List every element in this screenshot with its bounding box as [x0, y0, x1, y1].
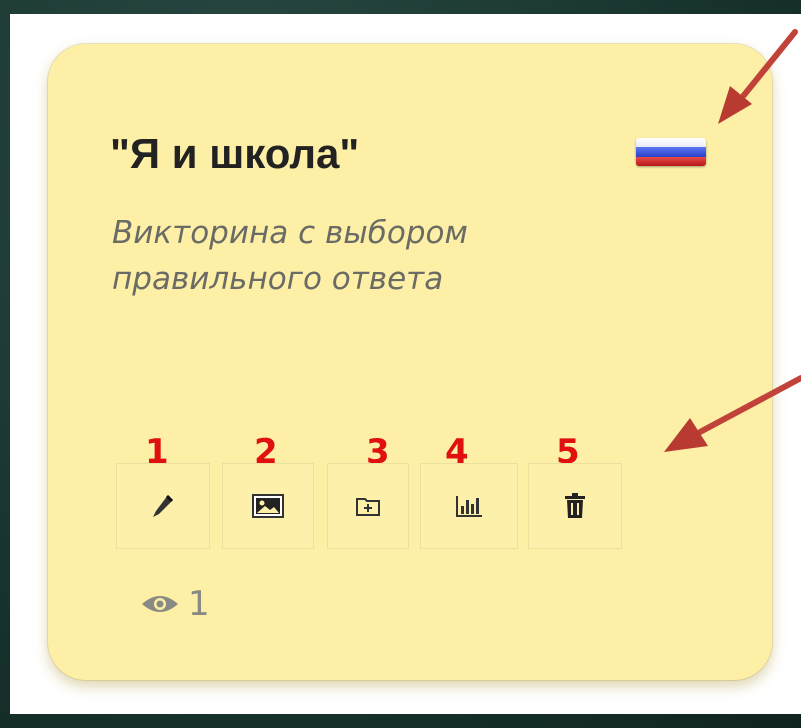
arrow-to-flag-icon	[718, 29, 798, 124]
arrow-to-toolbar-icon	[664, 375, 801, 452]
annotation-arrows	[664, 29, 801, 452]
